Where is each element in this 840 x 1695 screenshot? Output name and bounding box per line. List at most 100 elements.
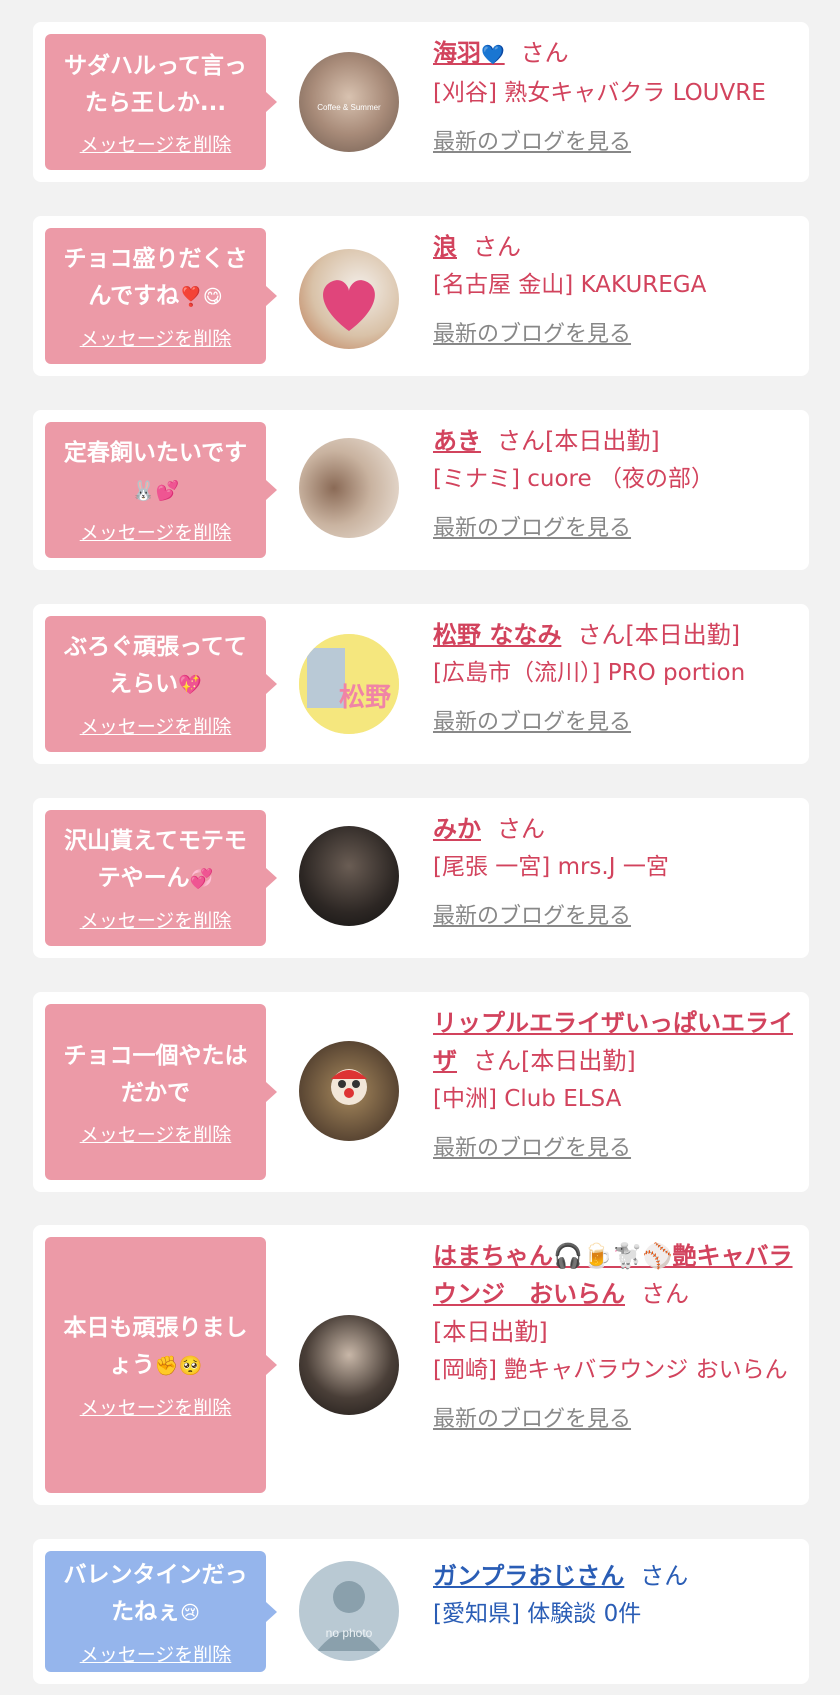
sender-info: あき さん[本日出勤] [ミナミ] cuore （夜の部） 最新のブログを見る: [433, 422, 793, 542]
svg-text:松野: 松野: [339, 683, 391, 713]
shop-info: [尾張 一宮] mrs.J 一宮: [433, 854, 669, 880]
name-line: 松野 ななみ さん[本日出勤]: [433, 616, 793, 654]
sender-info: みか さん [尾張 一宮] mrs.J 一宮 最新のブログを見る: [433, 810, 793, 930]
status-badge: [本日出勤]: [625, 621, 741, 649]
name-line: ガンプラおじさん さん: [433, 1557, 793, 1595]
sender-info: 海羽💙 さん [刈谷] 熟女キャバクラ LOUVRE 最新のブログを見る: [433, 34, 793, 156]
avatar[interactable]: no photo: [299, 1561, 399, 1661]
message-card: 定春飼いたいです 🐰💕 メッセージを削除 あき さん[本日出勤] [ミナミ] cuo…: [33, 410, 809, 570]
latest-blog-link[interactable]: 最新のブログを見る: [433, 1130, 631, 1162]
message-bubble: サダハルって言ったら王しか... メッセージを削除: [45, 34, 277, 170]
latest-blog-link[interactable]: 最新のブログを見る: [433, 316, 631, 348]
message-text: 沢山貰えてモテモテやーん💞: [64, 828, 247, 891]
fist-icon: ✊🥺: [154, 1355, 203, 1377]
message-text: ぶろぐ頑張っててえらい💖: [64, 634, 247, 697]
avatar[interactable]: [299, 249, 399, 349]
shop-info: [ミナミ] cuore （夜の部）: [433, 466, 714, 492]
message-card: チョコ盛りだくさんですね❣️😋 メッセージを削除 浪さん [名古屋 金山] KA…: [33, 216, 809, 376]
sender-name-link[interactable]: 松野 ななみ: [433, 621, 561, 649]
bunny-heart-icon: 🐰💕: [131, 480, 180, 502]
sender-name-link[interactable]: ガンプラおじさん: [433, 1562, 624, 1590]
honorific: さん: [577, 621, 626, 649]
message-text: チョコ一個やたはだかで: [63, 1042, 248, 1106]
heart-icon: 💙: [481, 44, 505, 66]
honorific: さん: [473, 233, 521, 261]
shop-info: [名古屋 金山] KAKUREGA: [433, 272, 707, 298]
message-card: サダハルって言ったら王しか... メッセージを削除 Coffee & Summe…: [33, 22, 809, 182]
name-line: はまちゃん🎧🍺🐩⚾艶キャバラウンジ おいらん さん [本日出勤]: [433, 1237, 793, 1351]
latest-blog-link[interactable]: 最新のブログを見る: [433, 704, 631, 736]
message-card: バレンタインだったねぇ😢 メッセージを削除 no photo ガンプラおじさんさ…: [33, 1539, 809, 1684]
sender-info: 松野 ななみ さん[本日出勤] [広島市（流川）] PRO portion 最新の…: [433, 616, 793, 736]
honorific: さん: [473, 1047, 521, 1075]
svg-text:Coffee & Summer: Coffee & Summer: [317, 103, 381, 112]
sparkle-heart-icon: 💖: [178, 674, 202, 696]
honorific: さん: [520, 39, 569, 67]
status-badge: [本日出勤]: [521, 1047, 636, 1075]
message-text: チョコ盛りだくさんですね❣️😋: [63, 246, 248, 309]
svg-text:no photo: no photo: [326, 1626, 373, 1640]
sender-name-link[interactable]: 海羽💙: [433, 39, 505, 67]
honorific: さん: [641, 1280, 689, 1308]
delete-message-link[interactable]: メッセージを削除: [80, 1120, 232, 1147]
avatar[interactable]: [299, 826, 399, 926]
avatar[interactable]: [299, 1315, 399, 1415]
delete-message-link[interactable]: メッセージを削除: [80, 518, 232, 545]
sender-name-link[interactable]: はまちゃん🎧🍺🐩⚾艶キャバラウンジ おいらん: [433, 1242, 793, 1308]
hearts-icon: 💞: [189, 868, 214, 890]
latest-blog-link[interactable]: 最新のブログを見る: [433, 124, 631, 156]
name-line: 海羽💙 さん: [433, 34, 793, 74]
delete-message-link[interactable]: メッセージを削除: [80, 130, 232, 157]
message-card: 本日も頑張りましょう✊🥺 メッセージを削除 はまちゃん🎧🍺🐩⚾艶キャバラウンジ …: [33, 1225, 809, 1505]
shop-info: [岡崎] 艶キャバラウンジ おいらん: [433, 1357, 788, 1383]
status-badge: [本日出勤]: [545, 427, 660, 455]
avatar-image: Coffee & Summer: [317, 103, 381, 112]
user-silhouette-icon: no photo: [317, 1581, 381, 1651]
shop-info: [中洲] Club ELSA: [433, 1086, 622, 1112]
message-bubble: 本日も頑張りましょう✊🥺 メッセージを削除: [45, 1237, 277, 1493]
delete-message-link[interactable]: メッセージを削除: [80, 324, 232, 351]
honorific: さん: [497, 427, 545, 455]
name-line: リップルエライザいっぱいエライザ さん[本日出勤]: [433, 1004, 793, 1080]
shop-info: [刈谷] 熟女キャバクラ LOUVRE: [433, 80, 766, 106]
sender-info: はまちゃん🎧🍺🐩⚾艶キャバラウンジ おいらん さん [本日出勤] [岡崎] 艶キャバ…: [433, 1237, 793, 1433]
latest-blog-link[interactable]: 最新のブログを見る: [433, 898, 631, 930]
shop-info: [愛知県] 体験談 0件: [433, 1601, 642, 1627]
delete-message-link[interactable]: メッセージを削除: [80, 1640, 232, 1667]
message-bubble: 沢山貰えてモテモテやーん💞 メッセージを削除: [45, 810, 277, 946]
sender-info: リップルエライザいっぱいエライザ さん[本日出勤] [中洲] Club ELSA …: [433, 1004, 793, 1162]
message-text: 本日も頑張りましょう✊🥺: [63, 1315, 248, 1378]
message-text: バレンタインだったねぇ😢: [63, 1561, 248, 1625]
honorific: さん: [497, 815, 545, 843]
delete-message-link[interactable]: メッセージを削除: [80, 906, 232, 933]
sender-name-link[interactable]: みか: [433, 815, 481, 843]
latest-blog-link[interactable]: 最新のブログを見る: [433, 510, 631, 542]
honorific: さん: [640, 1562, 689, 1590]
message-bubble: ぶろぐ頑張っててえらい💖 メッセージを削除: [45, 616, 277, 752]
mask-icon: [331, 1069, 367, 1105]
message-card: 沢山貰えてモテモテやーん💞 メッセージを削除 みか さん [尾張 一宮] mrs.…: [33, 798, 809, 958]
name-line: みか さん: [433, 810, 793, 848]
avatar[interactable]: 松野: [299, 634, 399, 734]
heart-emoji-icon: ❣️😋: [179, 286, 223, 308]
latest-blog-link[interactable]: 最新のブログを見る: [433, 1401, 631, 1433]
message-bubble: チョコ盛りだくさんですね❣️😋 メッセージを削除: [45, 228, 277, 364]
sender-name-link[interactable]: 浪: [433, 233, 457, 261]
message-bubble: バレンタインだったねぇ😢 メッセージを削除: [45, 1551, 277, 1672]
message-bubble: 定春飼いたいです 🐰💕 メッセージを削除: [45, 422, 277, 558]
status-badge: [本日出勤]: [433, 1318, 548, 1346]
message-card: チョコ一個やたはだかで メッセージを削除 リップルエライザいっぱいエライザ さん[…: [33, 992, 809, 1192]
avatar[interactable]: [299, 438, 399, 538]
message-list: サダハルって言ったら王しか... メッセージを削除 Coffee & Summe…: [0, 0, 840, 1695]
delete-message-link[interactable]: メッセージを削除: [80, 1393, 232, 1420]
heart-sticker-icon: [323, 280, 375, 331]
avatar-image: 松野: [299, 634, 399, 734]
avatar[interactable]: [299, 1041, 399, 1141]
sender-info: 浪さん [名古屋 金山] KAKUREGA 最新のブログを見る: [433, 228, 793, 348]
message-text: サダハルって言ったら王しか...: [64, 52, 247, 116]
sad-face-icon: 😢: [180, 1601, 200, 1624]
sender-info: ガンプラおじさん さん [愛知県] 体験談 0件: [433, 1557, 793, 1633]
sender-name-link[interactable]: あき: [433, 427, 481, 455]
delete-message-link[interactable]: メッセージを削除: [80, 712, 232, 739]
avatar[interactable]: Coffee & Summer: [299, 52, 399, 152]
